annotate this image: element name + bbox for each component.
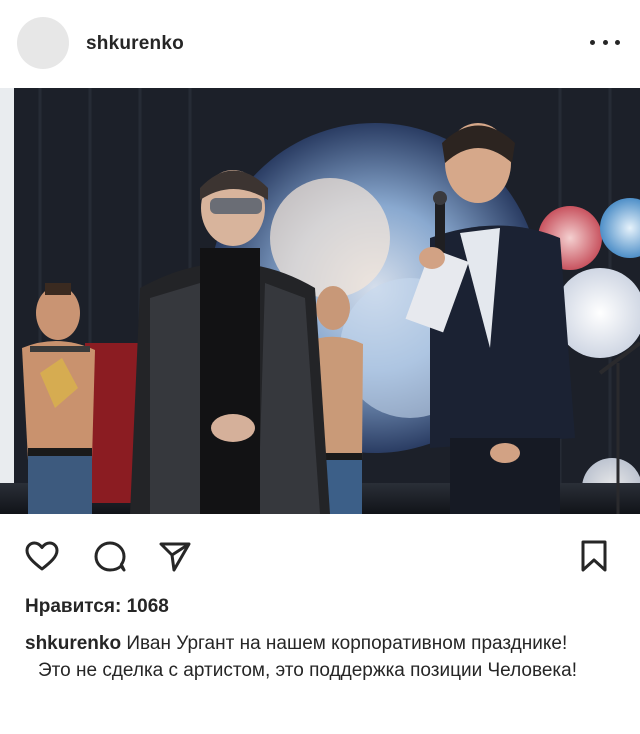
post-photo[interactable]: [0, 88, 640, 514]
caption-username[interactable]: shkurenko: [25, 633, 121, 654]
action-bar: [0, 514, 640, 594]
caption-text-1: Иван Ургант на нашем корпоративном празд…: [121, 633, 568, 654]
caption-text-2: Это не сделка с артистом, это поддержка …: [38, 660, 577, 681]
likes-count[interactable]: Нравится: 1068: [25, 596, 169, 618]
bookmark-icon[interactable]: [574, 536, 614, 576]
heart-icon[interactable]: [22, 536, 62, 576]
more-horizontal-icon[interactable]: [590, 30, 620, 54]
avatar[interactable]: [17, 17, 69, 69]
send-icon[interactable]: [155, 536, 195, 576]
post-caption: shkurenko Иван Ургант на нашем корпорати…: [25, 630, 625, 684]
caption-line-1: shkurenko Иван Ургант на нашем корпорати…: [25, 630, 625, 657]
post-username[interactable]: shkurenko: [86, 33, 184, 55]
comment-icon[interactable]: [90, 536, 130, 576]
post-header: shkurenko: [0, 0, 640, 88]
